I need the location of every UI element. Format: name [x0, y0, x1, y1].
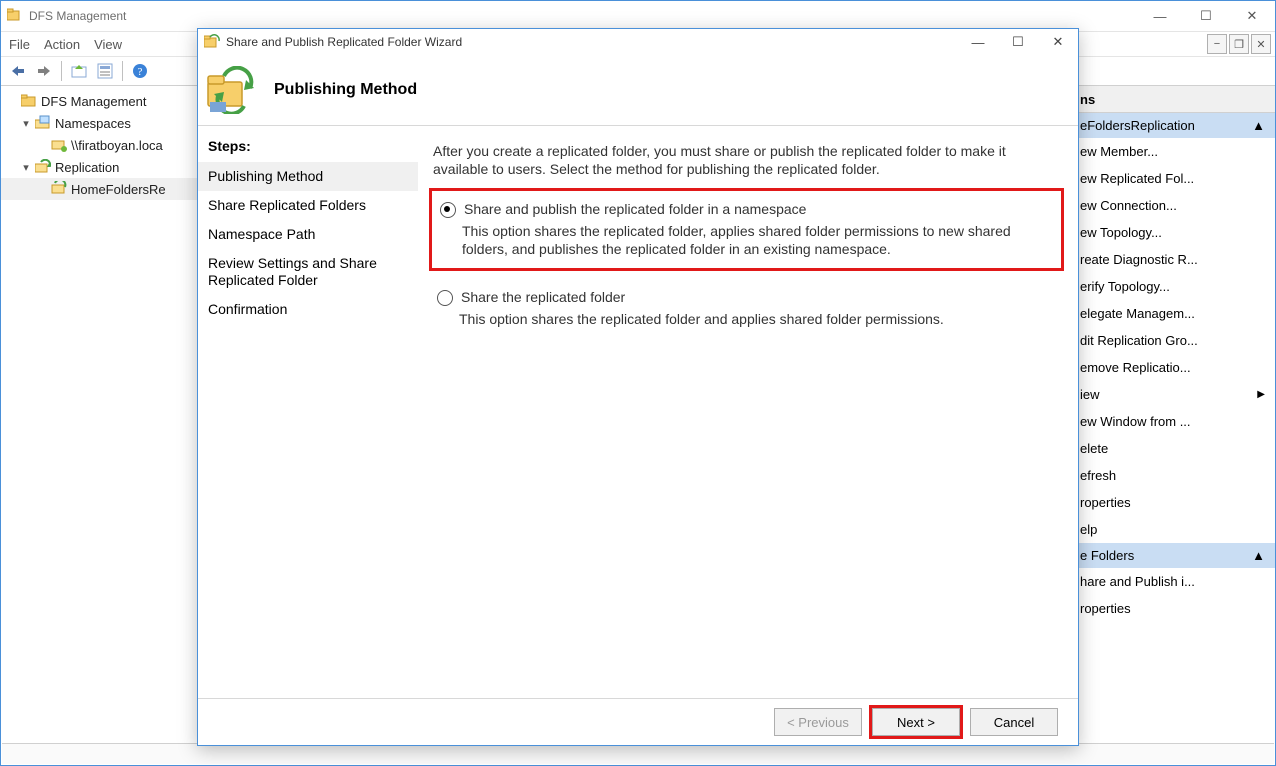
option1-highlight: Share and publish the replicated folder … — [429, 188, 1064, 271]
tree-replication-label: Replication — [55, 160, 119, 175]
actions-group-top-label: eFoldersReplication — [1080, 118, 1195, 133]
action-new-window[interactable]: ew Window from ... — [1070, 408, 1275, 435]
action-share-and-publish[interactable]: hare and Publish i... — [1070, 568, 1275, 595]
close-button[interactable]: ✕ — [1229, 1, 1275, 31]
statusbar — [2, 743, 1274, 764]
action-delegate-management[interactable]: elegate Managem... — [1070, 300, 1275, 327]
action-create-diagnostic-report[interactable]: reate Diagnostic R... — [1070, 246, 1275, 273]
action-delete[interactable]: elete — [1070, 435, 1275, 462]
help-icon[interactable]: ? — [129, 60, 151, 82]
folder-icon — [21, 93, 37, 109]
action-new-topology[interactable]: ew Topology... — [1070, 219, 1275, 246]
menubar-tail-icons: − ❐ ✕ — [1207, 34, 1275, 54]
actions-group-top[interactable]: eFoldersReplication ▲ — [1070, 113, 1275, 138]
radio-share-only[interactable] — [437, 290, 453, 306]
toolbar-up-button[interactable] — [68, 60, 90, 82]
option1-label: Share and publish the replicated folder … — [464, 201, 806, 217]
radio-share-and-publish[interactable] — [440, 202, 456, 218]
wizard-icon — [204, 34, 220, 50]
action-properties[interactable]: roperties — [1070, 489, 1275, 516]
wizard-intro-text: After you create a replicated folder, yo… — [433, 142, 1060, 178]
actions-group-folders[interactable]: e Folders ▲ — [1070, 543, 1275, 568]
share-publish-wizard: Share and Publish Replicated Folder Wiza… — [197, 28, 1079, 746]
toolbar-separator — [122, 61, 123, 81]
wizard-header-icon — [206, 66, 254, 114]
tree-namespace-path-label: \\firatboyan.loca — [71, 138, 163, 153]
nav-forward-button[interactable] — [33, 60, 55, 82]
wizard-titlebar: Share and Publish Replicated Folder Wiza… — [198, 29, 1078, 55]
step-review-settings[interactable]: Review Settings and Share Replicated Fol… — [208, 249, 408, 295]
collapse-icon: ▲ — [1252, 548, 1265, 563]
share-icon — [51, 137, 67, 153]
menu-file[interactable]: File — [9, 37, 30, 52]
maximize-button[interactable]: ☐ — [1183, 1, 1229, 31]
wizard-footer: < Previous Next > Cancel — [198, 698, 1078, 745]
submenu-arrow-icon: ▶ — [1257, 389, 1265, 400]
action-refresh[interactable]: efresh — [1070, 462, 1275, 489]
tail-icon-close[interactable]: ✕ — [1251, 34, 1271, 54]
step-confirmation[interactable]: Confirmation — [208, 295, 408, 324]
wizard-header-title: Publishing Method — [274, 81, 417, 99]
steps-heading: Steps: — [208, 138, 408, 154]
replication-group-icon — [51, 181, 67, 197]
option-share-and-publish[interactable]: Share and publish the replicated folder … — [436, 195, 1057, 264]
actions-group-folders-label: e Folders — [1080, 548, 1134, 563]
action-view[interactable]: iew▶ — [1070, 381, 1275, 408]
wizard-minimize-button[interactable]: — — [958, 29, 998, 55]
action-folder-properties[interactable]: roperties — [1070, 595, 1275, 622]
replication-icon — [35, 159, 51, 175]
option-share-only[interactable]: Share the replicated folder This option … — [433, 283, 1060, 334]
action-new-replicated-folder[interactable]: ew Replicated Fol... — [1070, 165, 1275, 192]
tree-replication-item-label: HomeFoldersRe — [71, 182, 166, 197]
tree-namespaces-label: Namespaces — [55, 116, 131, 131]
nav-back-button[interactable] — [7, 60, 29, 82]
action-remove-replication[interactable]: emove Replicatio... — [1070, 354, 1275, 381]
tail-icon-restore[interactable]: ❐ — [1229, 34, 1249, 54]
next-button[interactable]: Next > — [872, 708, 960, 736]
action-help[interactable]: elp — [1070, 516, 1275, 543]
option2-label: Share the replicated folder — [461, 289, 625, 305]
wizard-body: Steps: Publishing Method Share Replicate… — [198, 126, 1078, 698]
step-share-replicated-folders[interactable]: Share Replicated Folders — [208, 191, 408, 220]
wizard-header: Publishing Method — [198, 55, 1078, 126]
wizard-system-buttons: — ☐ ✕ — [958, 29, 1078, 55]
namespace-icon — [35, 115, 51, 131]
wizard-close-button[interactable]: ✕ — [1038, 29, 1078, 55]
tail-icon-minimize[interactable]: − — [1207, 34, 1227, 54]
cancel-button[interactable]: Cancel — [970, 708, 1058, 736]
option1-description: This option shares the replicated folder… — [462, 222, 1053, 258]
action-edit-replication-group[interactable]: dit Replication Gro... — [1070, 327, 1275, 354]
main-title: DFS Management — [29, 9, 1137, 23]
wizard-maximize-button[interactable]: ☐ — [998, 29, 1038, 55]
menu-view[interactable]: View — [94, 37, 122, 52]
chevron-down-icon: ▾ — [19, 117, 33, 130]
app-icon — [7, 8, 23, 24]
wizard-steps: Steps: Publishing Method Share Replicate… — [198, 126, 419, 698]
actions-header: ns — [1070, 86, 1275, 113]
menu-action[interactable]: Action — [44, 37, 80, 52]
actions-panel: ns eFoldersReplication ▲ ew Member... ew… — [1069, 86, 1275, 748]
minimize-button[interactable]: — — [1137, 1, 1183, 31]
svg-text:?: ? — [138, 66, 143, 78]
main-titlebar: DFS Management — ☐ ✕ — [1, 1, 1275, 31]
wizard-content: After you create a replicated folder, yo… — [419, 126, 1078, 698]
wizard-title: Share and Publish Replicated Folder Wiza… — [226, 35, 958, 49]
action-verify-topology[interactable]: erify Topology... — [1070, 273, 1275, 300]
action-new-connection[interactable]: ew Connection... — [1070, 192, 1275, 219]
step-namespace-path[interactable]: Namespace Path — [208, 220, 408, 249]
step-publishing-method[interactable]: Publishing Method — [198, 162, 418, 191]
main-system-buttons: — ☐ ✕ — [1137, 1, 1275, 31]
toolbar-properties-button[interactable] — [94, 60, 116, 82]
previous-button: < Previous — [774, 708, 862, 736]
tree-root-label: DFS Management — [41, 94, 147, 109]
toolbar-separator — [61, 61, 62, 81]
chevron-down-icon: ▾ — [19, 161, 33, 174]
collapse-icon: ▲ — [1252, 118, 1265, 133]
action-new-member[interactable]: ew Member... — [1070, 138, 1275, 165]
option2-description: This option shares the replicated folder… — [459, 310, 1056, 328]
